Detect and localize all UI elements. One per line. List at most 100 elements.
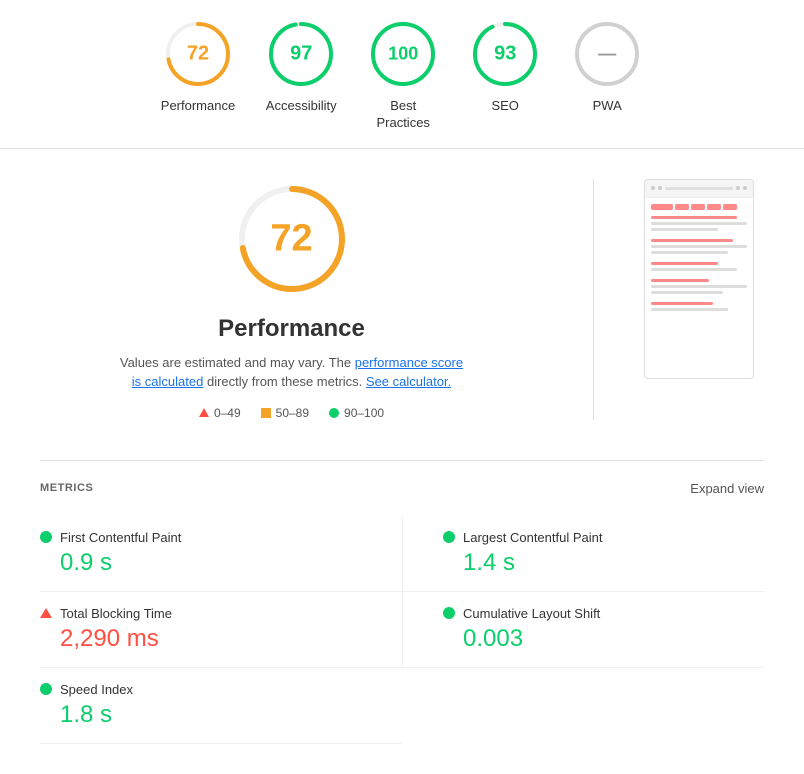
metric-cls: Cumulative Layout Shift 0.003: [402, 592, 764, 668]
metric-cls-header: Cumulative Layout Shift: [443, 606, 748, 621]
score-label-seo: SEO: [491, 98, 518, 115]
preview-page-content: [645, 198, 753, 325]
metric-tbt: Total Blocking Time 2,290 ms: [40, 592, 402, 668]
perf-left: 72 Performance Values are estimated and …: [40, 179, 543, 420]
score-value-best-practices: 100: [388, 44, 418, 65]
preview-url-bar: [665, 187, 733, 190]
expand-view-button[interactable]: Expand view: [690, 481, 764, 496]
score-item-accessibility[interactable]: 97 Accessibility: [265, 18, 337, 115]
section-divider: [593, 179, 594, 420]
preview-block-1: [651, 216, 747, 231]
cls-indicator: [443, 607, 455, 619]
metrics-section: METRICS Expand view First Contentful Pai…: [40, 460, 764, 744]
preview-tag-3: [691, 204, 705, 210]
big-score-value: 72: [270, 217, 312, 260]
preview-line-2: [651, 222, 747, 225]
score-value-seo: 93: [494, 43, 516, 66]
metric-si: Speed Index 1.8 s: [40, 668, 402, 744]
description-text-before: Values are estimated and may vary. The: [120, 355, 355, 370]
preview-line-6: [651, 251, 728, 254]
score-label-performance: Performance: [161, 98, 235, 115]
cls-value: 0.003: [463, 625, 748, 653]
score-item-pwa[interactable]: — PWA: [571, 18, 643, 115]
metric-fcp: First Contentful Paint 0.9 s: [40, 516, 402, 592]
legend-item-medium: 50–89: [261, 406, 309, 420]
description-text-mid: directly from these metrics.: [207, 374, 366, 389]
main-content: 72 Performance Values are estimated and …: [0, 149, 804, 774]
score-value-accessibility: 97: [290, 43, 312, 66]
metric-lcp: Largest Contentful Paint 1.4 s: [402, 516, 764, 592]
tbt-name: Total Blocking Time: [60, 606, 172, 621]
score-item-seo[interactable]: 93 SEO: [469, 18, 541, 115]
performance-title: Performance: [218, 315, 365, 343]
fcp-name: First Contentful Paint: [60, 530, 181, 545]
si-name: Speed Index: [60, 682, 133, 697]
preview-line-13: [651, 308, 728, 311]
preview-line-3: [651, 228, 718, 231]
big-gauge-performance: 72: [232, 179, 352, 299]
score-label-pwa: PWA: [593, 98, 622, 115]
gauge-performance: 72: [162, 18, 234, 90]
metric-lcp-header: Largest Contentful Paint: [443, 530, 748, 545]
preview-line-11: [651, 291, 723, 294]
preview-tag-4: [707, 204, 721, 210]
preview-tag-2: [675, 204, 689, 210]
metric-tbt-header: Total Blocking Time: [40, 606, 386, 621]
preview-line-1: [651, 216, 737, 219]
calculator-link[interactable]: See calculator.: [366, 374, 451, 389]
scores-bar: 72 Performance 97 Accessibility 100 Best…: [0, 0, 804, 149]
si-indicator: [40, 683, 52, 695]
gauge-pwa: —: [571, 18, 643, 90]
legend-bad-range: 0–49: [214, 406, 241, 420]
tbt-indicator: [40, 608, 52, 618]
preview-block-3: [651, 262, 747, 271]
metrics-grid: First Contentful Paint 0.9 s Largest Con…: [40, 516, 764, 744]
preview-line-10: [651, 285, 747, 288]
metric-fcp-header: First Contentful Paint: [40, 530, 386, 545]
preview-block-2: [651, 239, 747, 254]
metrics-header: METRICS Expand view: [40, 481, 764, 496]
gauge-seo: 93: [469, 18, 541, 90]
preview-line-4: [651, 239, 733, 242]
si-value: 1.8 s: [60, 701, 386, 729]
score-item-performance[interactable]: 72 Performance: [161, 18, 235, 115]
metrics-title: METRICS: [40, 482, 93, 494]
lcp-name: Largest Contentful Paint: [463, 530, 602, 545]
legend: 0–49 50–89 90–100: [199, 406, 384, 420]
legend-circle-icon: [329, 408, 339, 418]
perf-right: [644, 179, 764, 379]
tbt-value: 2,290 ms: [60, 625, 386, 653]
legend-triangle-icon: [199, 408, 209, 417]
preview-tags: [651, 204, 747, 210]
preview-block-5: [651, 302, 747, 311]
gauge-accessibility: 97: [265, 18, 337, 90]
score-item-best-practices[interactable]: 100 BestPractices: [367, 18, 439, 132]
preview-line-7: [651, 262, 718, 265]
legend-item-bad: 0–49: [199, 406, 241, 420]
score-value-pwa: —: [598, 44, 616, 65]
preview-dot-1: [651, 186, 655, 190]
gauge-best-practices: 100: [367, 18, 439, 90]
preview-dot-2: [658, 186, 662, 190]
performance-description: Values are estimated and may vary. The p…: [120, 353, 463, 392]
preview-line-12: [651, 302, 713, 305]
preview-line-5: [651, 245, 747, 248]
legend-medium-range: 50–89: [276, 406, 309, 420]
preview-tag-1: [651, 204, 673, 210]
preview-block-4: [651, 279, 747, 294]
performance-section: 72 Performance Values are estimated and …: [40, 179, 764, 420]
legend-square-icon: [261, 408, 271, 418]
lcp-indicator: [443, 531, 455, 543]
fcp-indicator: [40, 531, 52, 543]
preview-dot-3: [736, 186, 740, 190]
preview-browser-bar: [645, 180, 753, 198]
fcp-value: 0.9 s: [60, 549, 386, 577]
score-label-accessibility: Accessibility: [266, 98, 337, 115]
preview-line-9: [651, 279, 709, 282]
preview-tag-5: [723, 204, 737, 210]
page-preview: [644, 179, 754, 379]
preview-dot-4: [743, 186, 747, 190]
cls-name: Cumulative Layout Shift: [463, 606, 600, 621]
metric-si-header: Speed Index: [40, 682, 386, 697]
legend-good-range: 90–100: [344, 406, 384, 420]
